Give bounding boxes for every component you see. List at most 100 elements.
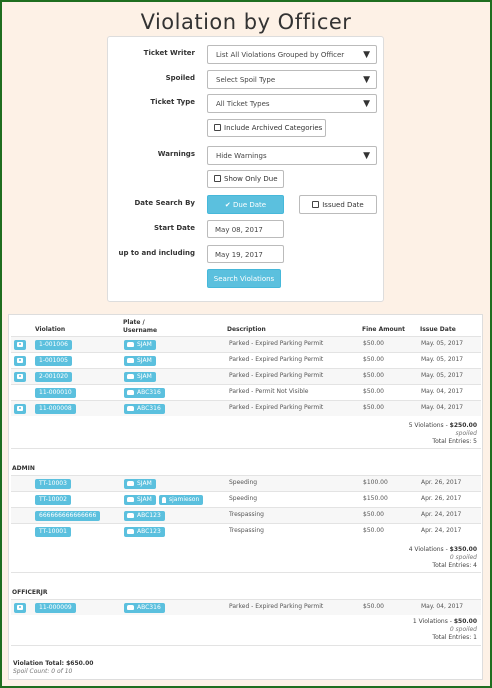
violation-number-button[interactable]: 2-001020 (35, 372, 72, 382)
warnings-label: Warnings (157, 150, 195, 158)
plate-button[interactable]: SJAM (124, 479, 156, 489)
summary-count-text: 5 Violations - (408, 422, 450, 429)
summary-spoiled: 0 spoiled (449, 626, 477, 633)
table-row: 1-001005 SJAM Parked - Expired Parking Per… (11, 352, 481, 368)
show-only-due-checkbox[interactable]: Show Only Due (207, 170, 284, 188)
start-date-input[interactable]: May 08, 2017 (207, 220, 284, 238)
plate-button[interactable]: ABC123 (124, 511, 165, 521)
car-icon (127, 513, 134, 518)
header-violation: Violation (35, 326, 66, 333)
violation-number-button[interactable]: 1-001005 (35, 356, 72, 366)
plate-text: SJAM (137, 480, 152, 487)
description-cell: Trespassing (229, 511, 264, 518)
plate-button[interactable]: SJAM (124, 356, 156, 366)
summary-spoiled: spoiled (455, 430, 477, 437)
plate-text: SJAM (137, 357, 152, 364)
end-date-input[interactable]: May 19, 2017 (207, 245, 284, 263)
ticket-type-select[interactable]: All Ticket Types ▼ (207, 94, 377, 113)
description-cell: Parked - Permit Not Visible (229, 388, 309, 395)
end-date-row: up to and including May 19, 2017 (108, 245, 385, 265)
caret-down-icon: ▼ (363, 99, 370, 109)
description-cell: Parked - Expired Parking Permit (229, 372, 324, 379)
checkbox-icon (312, 201, 320, 208)
violation-total: Violation Total: $650.00 Spoil Count: 0 o… (13, 660, 93, 676)
violation-number-button[interactable]: 11-000009 (35, 603, 76, 613)
plate-text: ABC316 (137, 405, 161, 412)
plate-button[interactable]: SJAM (124, 495, 156, 505)
violation-number-button[interactable]: 1-001006 (35, 340, 72, 350)
violation-number-button[interactable]: TT-10002 (35, 495, 71, 505)
ticket-writer-value: List All Violations Grouped by Officer (216, 51, 345, 59)
start-date-row: Start Date May 08, 2017 (108, 220, 385, 240)
plate-button[interactable]: ABC316 (124, 388, 165, 398)
filter-panel: Ticket Writer List All Violations Groupe… (107, 36, 384, 302)
violation-number-button[interactable]: TT-10001 (35, 527, 71, 537)
car-icon (127, 374, 134, 379)
header-issue-date: Issue Date (420, 326, 456, 333)
include-archived-label: Include Archived Categories (224, 124, 323, 132)
group-summary: 4 Violations - $350.00 0 spoiled Total Ent… (409, 546, 477, 570)
plate-button[interactable]: ABC316 (124, 404, 165, 414)
fine-amount-cell: $150.00 (363, 495, 388, 502)
summary-count-text: 4 Violations - (408, 546, 450, 553)
violation-number-button[interactable]: 666666666666666 (35, 511, 101, 521)
plate-button[interactable]: ABC316 (124, 603, 165, 613)
date-search-by-row: Date Search By ✔ Due Date Issued Date (108, 195, 385, 215)
description-cell: Speeding (229, 495, 258, 502)
search-row: Search Violations (108, 269, 385, 289)
spoiled-select[interactable]: Select Spoil Type ▼ (207, 70, 377, 89)
description-cell: Parked - Expired Parking Permit (229, 603, 324, 610)
car-icon (127, 342, 134, 347)
issue-date-cell: May. 05, 2017 (421, 340, 464, 347)
violation-number-button[interactable]: 11-000008 (35, 404, 76, 414)
violation-total-amount: $650.00 (66, 660, 94, 667)
table-row: 1-001006 SJAM Parked - Expired Parking Per… (11, 336, 481, 352)
search-violations-button[interactable]: Search Violations (207, 269, 281, 288)
caret-down-icon: ▼ (363, 50, 370, 60)
table-row: TT-10002 SJAM sjamieson Speeding $150.00 Apr.… (11, 491, 481, 507)
summary-count: 4 Violations - $350.00 (409, 546, 477, 554)
summary-count-text: 1 Violations - (412, 618, 454, 625)
issue-date-cell: Apr. 26, 2017 (421, 495, 462, 502)
car-icon (127, 481, 134, 486)
checkbox-icon (214, 175, 221, 182)
plate-button[interactable]: ABC123 (124, 527, 165, 537)
include-archived-checkbox[interactable]: Include Archived Categories (207, 119, 326, 137)
camera-icon[interactable] (14, 372, 26, 382)
issue-date-cell: May. 04, 2017 (421, 388, 464, 395)
issued-date-toggle[interactable]: Issued Date (299, 195, 377, 214)
table-row: TT-10003 SJAM Speeding $100.00 Apr. 26, 2017 (11, 475, 481, 491)
plate-button[interactable]: SJAM (124, 372, 156, 382)
camera-icon[interactable] (14, 603, 26, 613)
car-icon (127, 390, 134, 395)
camera-icon[interactable] (14, 404, 26, 414)
username-text: sjamieson (169, 496, 200, 503)
camera-icon[interactable] (14, 340, 26, 350)
officer-group-name: ADMIN (12, 465, 35, 472)
ticket-type-label: Ticket Type (150, 98, 195, 106)
summary-amount: $50.00 (453, 618, 477, 625)
description-cell: Parked - Expired Parking Permit (229, 404, 324, 411)
summary-total-entries: Total Entries: 5 (432, 438, 477, 445)
summary-spoiled: 0 spoiled (449, 554, 477, 561)
plate-text: ABC123 (137, 528, 161, 535)
camera-icon[interactable] (14, 356, 26, 366)
summary-total-entries: Total Entries: 1 (432, 634, 477, 641)
violation-total-line: Violation Total: $650.00 (13, 660, 93, 668)
violation-number-button[interactable]: 11-000010 (35, 388, 76, 398)
caret-down-icon: ▼ (363, 151, 370, 161)
warnings-value: Hide Warnings (216, 152, 267, 160)
plate-button[interactable]: SJAM (124, 340, 156, 350)
username-button[interactable]: sjamieson (159, 495, 204, 505)
ticket-writer-select[interactable]: List All Violations Grouped by Officer ▼ (207, 45, 377, 64)
archived-row: Include Archived Categories (108, 119, 385, 139)
fine-amount-cell: $50.00 (363, 603, 384, 610)
summary-amount: $250.00 (449, 422, 477, 429)
group-divider (11, 645, 481, 646)
violation-number-button[interactable]: TT-10003 (35, 479, 71, 489)
ticket-writer-label: Ticket Writer (143, 49, 195, 57)
due-date-toggle[interactable]: ✔ Due Date (207, 195, 284, 214)
summary-count: 5 Violations - $250.00 (409, 422, 477, 430)
car-icon (127, 406, 134, 411)
warnings-select[interactable]: Hide Warnings ▼ (207, 146, 377, 165)
